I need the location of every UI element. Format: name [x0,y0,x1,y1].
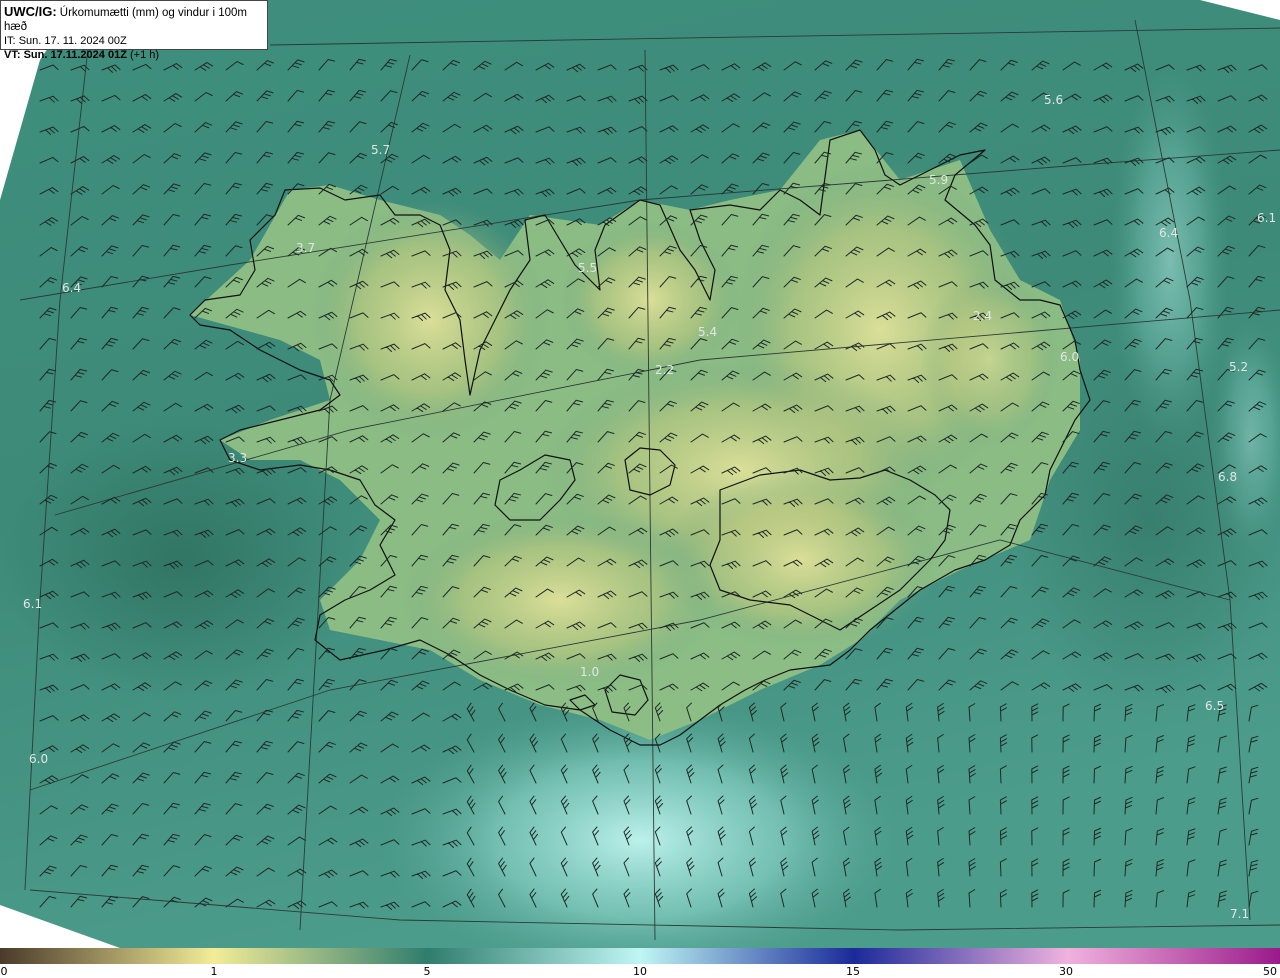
colorbar-tick: 30 [1059,965,1073,978]
colorbar-tick: 50 [1263,965,1277,978]
colorbar-tick: 5 [423,965,431,978]
map-label: 3.7 [296,241,315,255]
colorbar-tick: 1 [210,965,218,978]
map-label: 5.2 [1229,360,1248,374]
map-label: 6.8 [1218,470,1237,484]
map-label: 6.0 [1060,350,1079,364]
precipitation-wind-map[interactable]: 5.6 5.7 5.9 6.1 6.4 3.7 5.5 6.4 5.4 2.4 … [0,0,1280,948]
map-label: 6.0 [29,752,48,766]
it-value: Sun. 17. 11. 2024 00Z [18,35,127,47]
vt-value: Sun. 17.11.2024 01Z [23,49,127,61]
map-label: 2.2 [655,363,674,377]
colorbar-tick: 0 [0,965,8,978]
product-code: UWC/IG: [4,4,57,19]
map-label: 5.4 [698,325,717,339]
map-label: 3.3 [228,451,247,465]
it-label: IT: [4,35,16,47]
map-label: 6.4 [62,281,81,295]
map-header: UWC/IG: Úrkomumætti (mm) og vindur i 100… [0,0,268,61]
product-title-line: UWC/IG: Úrkomumætti (mm) og vindur i 100… [4,5,267,34]
map-label: 6.1 [1257,211,1276,225]
map-label: 6.5 [1205,699,1224,713]
colorbar-strip [0,948,1280,964]
vt-label: VT: [4,49,21,61]
map-label: 6.1 [23,597,42,611]
colorbar-tick: 10 [633,965,647,978]
init-time-line: IT: Sun. 17. 11. 2024 00Z [4,34,267,48]
map-label: 7.1 [1230,907,1249,921]
colorbar-tick: 15 [846,965,860,978]
map-label: 6.4 [1159,226,1178,240]
map-label: 5.6 [1044,93,1063,107]
colorbar-legend: 0 1 5 10 15 30 50 [0,948,1280,978]
map-label: 5.9 [929,173,948,187]
map-label: 2.4 [973,309,992,323]
map-label: 5.7 [371,143,390,157]
map-label: 1.0 [580,665,599,679]
vt-offset: (+1 h) [129,49,160,61]
valid-time-line: VT: Sun. 17.11.2024 01Z (+1 h) [4,48,267,62]
map-label: 5.5 [578,261,597,275]
